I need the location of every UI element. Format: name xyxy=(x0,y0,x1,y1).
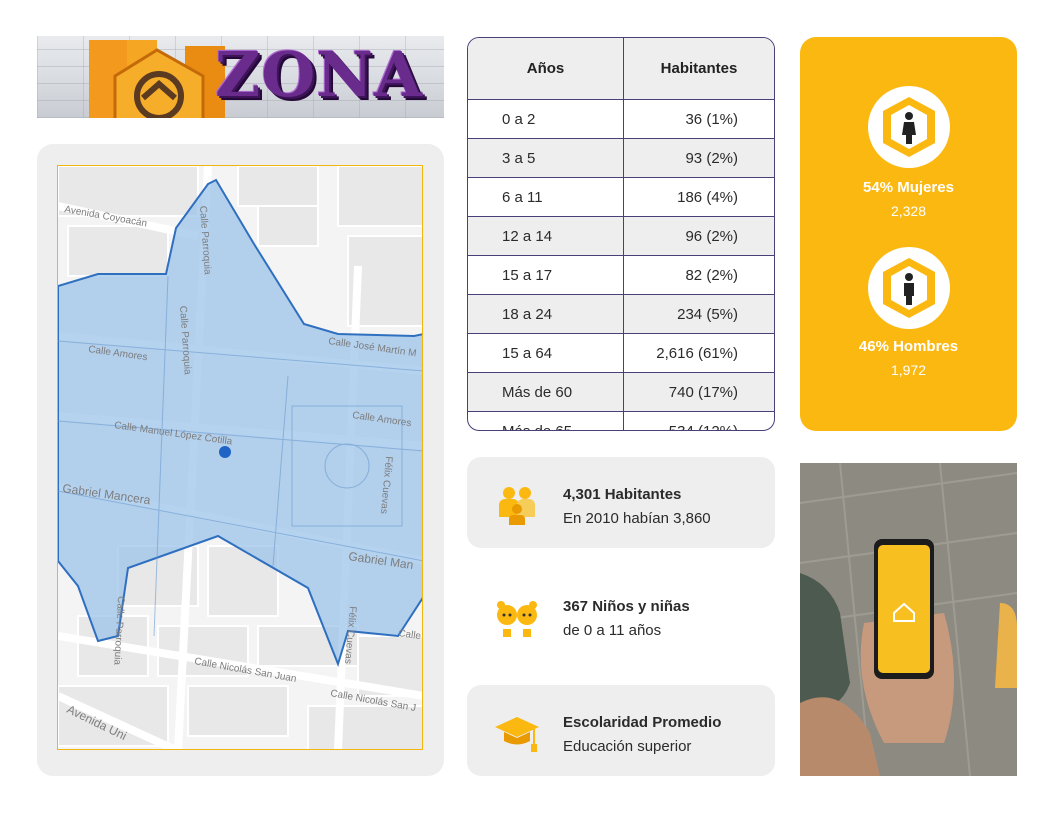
children-icon xyxy=(497,601,537,637)
value-cell: 82 (2%) xyxy=(623,255,774,295)
value-cell: 36 (1%) xyxy=(623,99,774,139)
house-logo-icon xyxy=(89,40,225,118)
table-row: Más de 60 740 (17%) xyxy=(468,372,774,412)
children-card: 367 Niños y niñas de 0 a 11 años xyxy=(467,569,775,660)
table-row: Más de 65 534 (12%) xyxy=(468,411,774,430)
education-card: Escolaridad Promedio Educación superior xyxy=(467,685,775,776)
men-label: 46% Hombres xyxy=(858,338,959,355)
graduation-cap-icon xyxy=(495,717,539,752)
table-row: 15 a 17 82 (2%) xyxy=(468,255,774,295)
value-cell: 96 (2%) xyxy=(623,216,774,256)
children-total: 367 Niños y niñas xyxy=(563,598,690,615)
man-icon xyxy=(868,247,950,329)
table-row: 15 a 64 2,616 (61%) xyxy=(468,333,774,373)
table-row: 3 a 5 93 (2%) xyxy=(468,138,774,178)
people-column-header: Habitantes xyxy=(623,38,774,100)
age-column-header: Años xyxy=(468,38,624,100)
table-row: 12 a 14 96 (2%) xyxy=(468,216,774,256)
population-2010: En 2010 habían 3,860 xyxy=(563,510,711,527)
gender-card: 54% Mujeres 2,328 46% Hombres 1,972 xyxy=(800,37,1017,431)
age-cell: 15 a 17 xyxy=(468,255,624,295)
value-cell: 740 (17%) xyxy=(623,372,774,412)
age-cell: 12 a 14 xyxy=(468,216,624,256)
table-row: 0 a 2 36 (1%) xyxy=(468,99,774,139)
zone-map[interactable]: Avenida Coyoacán Calle Parroquia Calle P… xyxy=(57,165,423,750)
men-count: 1,972 xyxy=(890,362,927,378)
logo-wordmark: ZONA xyxy=(215,38,424,111)
education-title: Escolaridad Promedio xyxy=(563,714,722,731)
population-total: 4,301 Habitantes xyxy=(563,486,682,503)
age-cell: 6 a 11 xyxy=(468,177,624,217)
education-level: Educación superior xyxy=(563,738,692,755)
age-cell: 3 a 5 xyxy=(468,138,624,178)
family-icon xyxy=(499,487,535,525)
zone-center-marker[interactable] xyxy=(219,446,231,458)
value-cell: 234 (5%) xyxy=(623,294,774,334)
age-cell: Más de 60 xyxy=(468,372,624,412)
age-cell: 18 a 24 xyxy=(468,294,624,334)
table-row: 6 a 11 186 (4%) xyxy=(468,177,774,217)
age-cell: Más de 65 xyxy=(468,411,624,430)
phone-in-hand-photo xyxy=(800,463,1017,776)
age-table: Años Habitantes 0 a 2 36 (1%) 3 a 5 93 (2%… xyxy=(467,37,775,431)
woman-icon xyxy=(868,86,950,168)
women-count: 2,328 xyxy=(890,203,927,219)
women-label: 54% Mujeres xyxy=(863,179,954,196)
age-cell: 15 a 64 xyxy=(468,333,624,373)
value-cell: 186 (4%) xyxy=(623,177,774,217)
value-cell: 93 (2%) xyxy=(623,138,774,178)
table-row: 18 a 24 234 (5%) xyxy=(468,294,774,334)
age-cell: 0 a 2 xyxy=(468,99,624,139)
population-card: 4,301 Habitantes En 2010 habían 3,860 xyxy=(467,457,775,548)
value-cell: 2,616 (61%) xyxy=(623,333,774,373)
children-age-range: de 0 a 11 años xyxy=(563,622,662,639)
value-cell: 534 (12%) xyxy=(623,411,774,430)
brand-logo-banner: ZONA xyxy=(37,36,444,118)
